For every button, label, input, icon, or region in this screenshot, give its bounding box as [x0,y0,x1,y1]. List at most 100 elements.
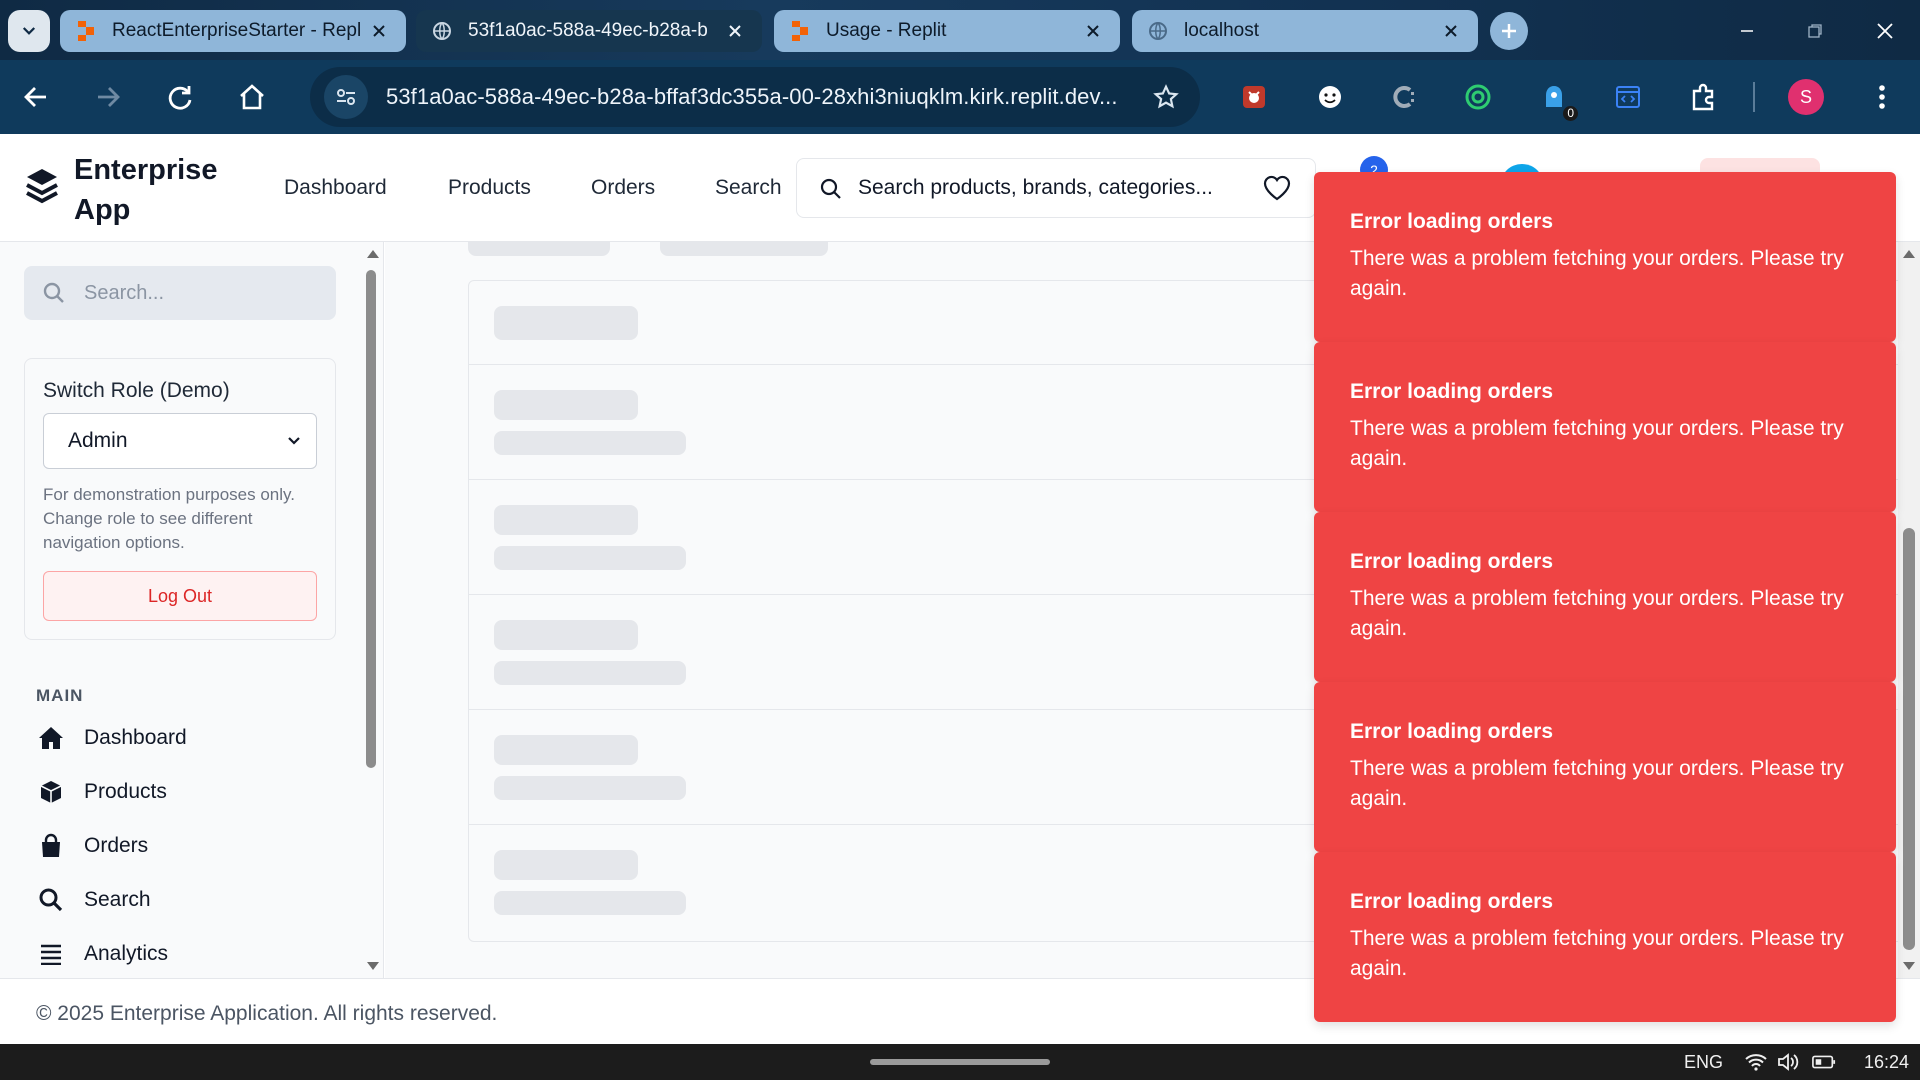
arrow-right-icon [98,87,120,107]
toolbar-divider [1753,82,1755,112]
toast-description: There was a problem fetching your orders… [1350,587,1844,640]
skeleton-line [494,735,638,765]
skeleton-line [494,505,638,535]
minimize-button[interactable] [1730,14,1764,48]
brand-name[interactable]: Enterprise App [74,150,234,230]
skeleton-line [494,390,638,420]
nav-products[interactable]: Products [448,172,531,204]
nav-search[interactable]: Search [715,172,782,204]
close-icon[interactable] [1080,18,1106,44]
skeleton-line [494,776,686,800]
extension-emoji-icon[interactable] [1312,79,1348,115]
chevron-down-icon [22,27,36,35]
extension-c-icon[interactable] [1386,79,1422,115]
scroll-up-arrow-icon[interactable] [1901,248,1917,260]
sidebar-item-label: Analytics [84,942,169,965]
arrow-left-icon [24,87,46,107]
header-search-input[interactable]: Search products, brands, categories... [796,158,1316,218]
sidebar-scrollbar-thumb[interactable] [366,270,376,768]
shopping-bag-icon [36,831,66,861]
browser-tab[interactable]: localhost [1132,10,1478,52]
site-settings-icon[interactable] [324,75,368,119]
browser-tab-active[interactable]: 53f1a0ac-588a-49ec-b28a-b [416,10,762,52]
home-gesture-handle[interactable] [870,1059,1050,1065]
restore-button[interactable] [1798,14,1832,48]
skeleton-line [494,546,686,570]
role-switcher-title: Switch Role (Demo) [43,379,230,402]
extension-target-icon[interactable] [1460,79,1496,115]
scroll-down-arrow-icon[interactable] [365,960,381,972]
browser-tab[interactable]: Usage - Replit [774,10,1120,52]
skeleton-line [494,431,686,455]
sidebar: Search... Switch Role (Demo) Admin For d… [0,242,384,978]
brand-line-2: App [74,194,131,226]
battery-icon[interactable] [1812,1050,1836,1074]
replit-icon [74,19,98,43]
nav-dashboard[interactable]: Dashboard [284,172,387,204]
error-toast[interactable]: Error loading orders There was a problem… [1314,682,1896,852]
reload-button[interactable] [160,77,200,117]
home-icon [36,723,66,753]
extension-devtools-icon[interactable] [1610,79,1646,115]
error-toast[interactable]: Error loading orders There was a problem… [1314,342,1896,512]
profile-avatar[interactable]: S [1788,79,1824,115]
browser-tab[interactable]: ReactEnterpriseStarter - Repl [60,10,406,52]
volume-icon[interactable] [1776,1050,1800,1074]
toast-title: Error loading orders [1350,550,1554,573]
plus-icon [1502,24,1516,38]
logout-button[interactable]: Log Out [43,571,317,621]
footer-copyright: © 2025 Enterprise Application. All right… [36,1002,498,1025]
globe-icon [1146,19,1170,43]
tab-search-button[interactable] [8,10,50,52]
role-switcher-note: For demonstration purposes only. Change … [43,485,295,552]
sidebar-item-products[interactable]: Products [36,772,167,812]
new-tab-button[interactable] [1490,12,1528,50]
chevron-down-icon [286,433,302,449]
back-button[interactable] [16,77,56,117]
extension-bug-icon[interactable] [1236,79,1272,115]
search-icon [819,177,843,201]
address-bar[interactable]: 53f1a0ac-588a-49ec-b28a-bffaf3dc355a-00-… [310,67,1200,127]
main-scrollbar-thumb[interactable] [1903,528,1915,950]
list-icon [36,939,66,969]
language-indicator[interactable]: ENG [1684,1044,1723,1080]
toast-description: There was a problem fetching your orders… [1350,417,1844,470]
error-toast[interactable]: Error loading orders There was a problem… [1314,172,1896,342]
url-text[interactable]: 53f1a0ac-588a-49ec-b28a-bffaf3dc355a-00-… [386,67,1126,127]
sidebar-item-dashboard[interactable]: Dashboard [36,718,187,758]
role-switcher-card: Switch Role (Demo) Admin For demonstrati… [24,358,336,640]
home-button[interactable] [232,77,272,117]
layers-logo-icon [24,166,60,206]
error-toast[interactable]: Error loading orders There was a problem… [1314,512,1896,682]
role-select[interactable]: Admin [43,413,317,469]
sidebar-item-analytics[interactable]: Analytics [36,934,168,974]
sidebar-item-search[interactable]: Search [36,880,151,920]
nav-orders[interactable]: Orders [591,172,655,204]
skeleton-line [494,620,638,650]
close-window-button[interactable] [1868,14,1902,48]
extensions-puzzle-icon[interactable] [1686,79,1722,115]
sidebar-search-input[interactable]: Search... [24,266,336,320]
sidebar-section-label: MAIN [36,686,84,705]
bookmark-star-icon[interactable] [1150,81,1182,113]
scroll-down-arrow-icon[interactable] [1901,960,1917,972]
replit-icon [788,19,812,43]
close-icon[interactable] [1438,18,1464,44]
sidebar-item-orders[interactable]: Orders [36,826,148,866]
forward-button[interactable] [88,77,128,117]
extension-counter-icon[interactable]: 0 [1536,79,1578,121]
close-icon[interactable] [722,18,748,44]
wifi-icon[interactable] [1744,1050,1768,1074]
error-toast[interactable]: Error loading orders There was a problem… [1314,852,1896,1022]
toast-description: There was a problem fetching your orders… [1350,757,1844,810]
browser-menu-icon[interactable] [1864,79,1900,115]
toast-description: There was a problem fetching your orders… [1350,927,1844,980]
close-icon[interactable] [366,18,392,44]
header-search-placeholder: Search products, brands, categories... [858,176,1213,199]
clock[interactable]: 16:24 [1864,1044,1909,1080]
skeleton-tab [660,242,828,256]
search-icon [42,281,66,305]
scroll-up-arrow-icon[interactable] [365,248,381,260]
wishlist-heart-icon[interactable] [1262,174,1292,202]
toast-title: Error loading orders [1350,380,1554,403]
